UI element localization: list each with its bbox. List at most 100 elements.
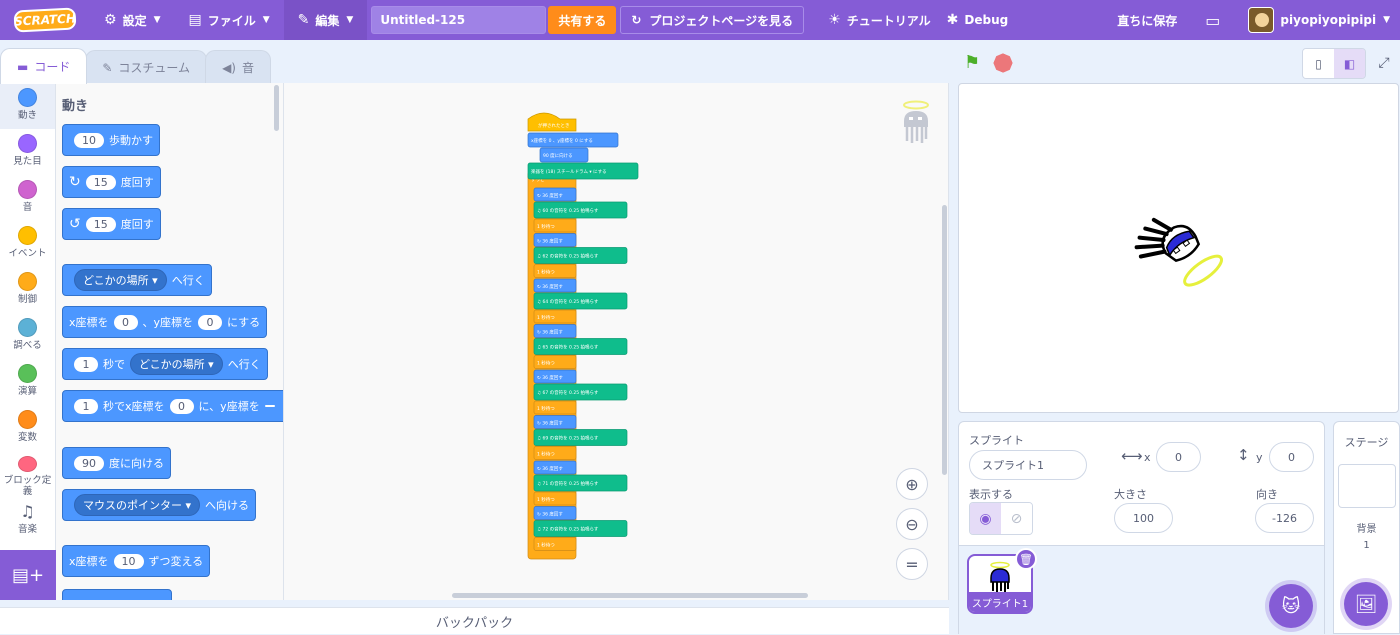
category-events[interactable]: イベント [0, 221, 55, 267]
add-sprite-button[interactable]: 🐱 [1269, 584, 1313, 628]
x-input[interactable]: 0 [1156, 442, 1201, 472]
add-extension-button[interactable]: ▤+ [0, 550, 56, 600]
tab-sounds[interactable]: ◀) 音 [205, 50, 271, 84]
category-my-blocks[interactable]: ブロック定義 [0, 451, 55, 497]
block-turn-left[interactable]: ↺ 15 度回す [62, 208, 161, 240]
tab-code[interactable]: ▬ コード [0, 48, 88, 84]
block-point-direction[interactable]: 90 度に向ける [62, 447, 171, 479]
share-button[interactable]: 共有する [548, 6, 617, 34]
file-menu[interactable]: ▤ ファイル ▼ [175, 0, 284, 40]
workspace-vertical-scrollbar[interactable] [942, 205, 947, 475]
block-text: へ向ける [205, 499, 250, 512]
project-title-input[interactable]: Untitled-125 [371, 6, 547, 34]
block-goto-xy[interactable]: x座標を 0 、y座標を 0 にする [62, 306, 268, 338]
block-text: x座標を [69, 316, 109, 329]
fullscreen-button[interactable]: ⤢ [1370, 48, 1398, 77]
sprite-name-input[interactable]: スプライト1 [969, 450, 1087, 480]
script-stack[interactable]: ずっとが押されたときx座標を 0 、y座標を 0 にする90 度に向ける楽器を … [284, 83, 949, 600]
stop-icon[interactable] [991, 51, 1015, 75]
settings-menu[interactable]: ⚙ 設定 ▼ [90, 0, 175, 40]
green-flag-icon[interactable]: ⚑ [964, 52, 980, 73]
sprite-list: スプライト1 🗑 🐱 [959, 546, 1324, 635]
block-input[interactable]: 10 [113, 553, 144, 569]
category-sensing[interactable]: 調べる [0, 313, 55, 359]
edit-menu[interactable]: ✎ 編集 ▼ [283, 0, 368, 40]
delete-sprite-button[interactable]: 🗑 [1015, 548, 1037, 570]
category-variables[interactable]: 変数 [0, 405, 55, 451]
block-dropdown[interactable]: どこかの場所 ▾ [130, 353, 223, 375]
eye-icon: ◉ [979, 510, 992, 527]
stage-canvas[interactable] [958, 83, 1399, 413]
dropdown-value: どこかの場所 [83, 274, 149, 287]
block-input[interactable] [264, 405, 275, 407]
palette-scrollbar[interactable] [274, 85, 279, 131]
small-stage-button[interactable]: ▯ [1303, 49, 1334, 78]
add-backdrop-button[interactable]: 🖼 [1344, 582, 1388, 626]
save-now-button[interactable]: 直ちに保存 [1103, 0, 1191, 40]
block-input[interactable]: 15 [85, 216, 116, 232]
extension-icon: ▤+ [11, 564, 45, 586]
tutorials-menu[interactable]: ☀ チュートリアル [814, 0, 944, 40]
turn-label: ↻ 36 度回す [537, 329, 563, 336]
block-point-towards[interactable]: マウスのポインター ▾ へ向ける [62, 489, 257, 521]
workspace-horizontal-scrollbar[interactable] [452, 593, 808, 598]
block-input[interactable]: 15 [85, 174, 116, 190]
block-text: にする [227, 316, 261, 329]
category-sound[interactable]: 音 [0, 175, 55, 221]
y-input[interactable]: 0 [1269, 442, 1314, 472]
block-text: 秒でx座標を [103, 400, 165, 413]
zoom-reset-button[interactable]: = [896, 548, 928, 580]
block-input[interactable]: 1 [74, 398, 98, 414]
block-input[interactable]: 1 [74, 356, 98, 372]
stage-thumbnail[interactable] [1338, 464, 1396, 508]
direction-input[interactable]: -126 [1255, 503, 1314, 533]
turn-label: ↻ 36 度回す [537, 374, 563, 381]
wait-label: 1 秒待つ [537, 451, 555, 458]
edit-label: 編集 [315, 13, 340, 28]
category-label: 音 [22, 202, 33, 213]
large-stage-button[interactable]: ◧ [1334, 49, 1365, 78]
category-motion[interactable]: 動き [0, 83, 55, 129]
block-goto[interactable]: どこかの場所 ▾ へ行く [62, 264, 212, 296]
category-operators[interactable]: 演算 [0, 359, 55, 405]
tab-costumes[interactable]: ✎ コスチューム [85, 50, 208, 84]
block-set-x[interactable] [62, 589, 172, 600]
small-stage-icon: ▯ [1315, 56, 1322, 71]
block-change-x[interactable]: x座標を 10 ずつ変える [62, 545, 211, 577]
block-dropdown[interactable]: どこかの場所 ▾ [74, 269, 167, 291]
block-input[interactable]: 0 [198, 314, 223, 330]
category-music[interactable]: ♫ 音楽 [0, 497, 55, 543]
sprite-info-pane: スプライト スプライト1 ⟷ x 0 ↕ y 0 表示する ◉ ⊘ 大きさ 10… [958, 421, 1325, 635]
category-label: 見た目 [13, 156, 42, 167]
category-looks[interactable]: 見た目 [0, 129, 55, 175]
account-menu[interactable]: piyopiyopipipi ▼ [1234, 0, 1400, 40]
my-stuff-button[interactable]: ▭ [1191, 0, 1234, 40]
block-dropdown[interactable]: マウスのポインター ▾ [74, 494, 201, 516]
zoom-in-button[interactable]: ⊕ [896, 468, 928, 500]
hide-button[interactable]: ⊘ [1001, 503, 1032, 534]
block-text: ずつ変える [148, 555, 204, 568]
stage-selector[interactable]: ステージ 背景 1 🖼 [1333, 421, 1400, 634]
block-text: 度に向ける [109, 457, 164, 470]
code-workspace[interactable]: ずっと が押されたとき x座標を 0 、y座標を 0 にする 90 度に向ける 楽器を … [284, 83, 949, 600]
point-direction-label: 90 度に向ける [543, 152, 573, 159]
category-control[interactable]: 制御 [0, 267, 55, 313]
swirl-icon: ↻ [631, 13, 642, 27]
scratch-logo[interactable]: SCRATCH [13, 7, 77, 33]
block-glide[interactable]: 1 秒で どこかの場所 ▾ へ行く [62, 348, 268, 380]
block-input[interactable]: 0 [113, 314, 138, 330]
debug-menu[interactable]: ✱ Debug [945, 0, 1023, 40]
show-button[interactable]: ◉ [970, 503, 1001, 534]
x-label: x [1144, 451, 1151, 464]
block-glide-xy[interactable]: 1 秒でx座標を 0 に、y座標を [62, 390, 283, 422]
backpack[interactable]: バックパック [0, 607, 949, 634]
block-input[interactable]: 10 [74, 132, 104, 148]
block-move-steps[interactable]: 10 歩動かす [62, 124, 160, 156]
block-turn-right[interactable]: ↻ 15 度回す [62, 166, 161, 198]
zoom-out-button[interactable]: ⊖ [896, 508, 928, 540]
sprite-on-stage[interactable] [959, 84, 1399, 413]
project-page-button[interactable]: ↻ プロジェクトページを見る [620, 6, 805, 34]
size-input[interactable]: 100 [1114, 503, 1173, 533]
block-input[interactable]: 0 [169, 398, 194, 414]
block-input[interactable]: 90 [74, 455, 104, 471]
